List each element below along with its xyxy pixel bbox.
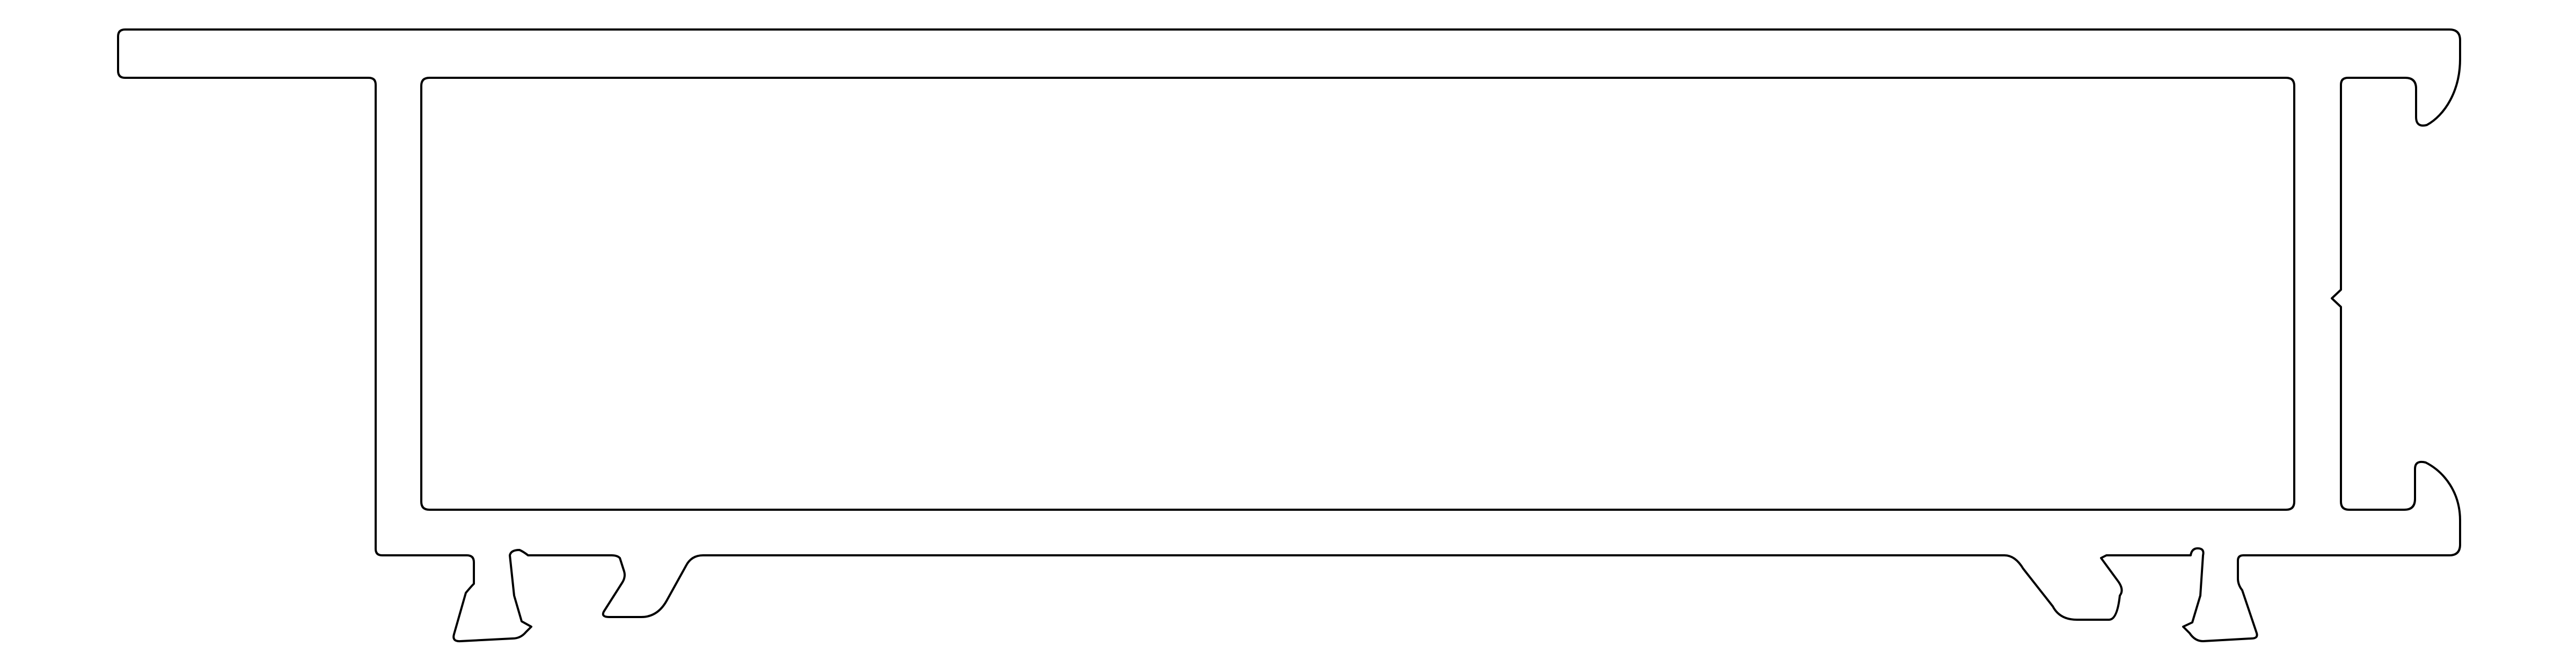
extrusion-profile-drawing (117, 28, 2461, 643)
inner-chamber-contour (420, 77, 2295, 511)
outer-profile-contour (117, 28, 2461, 643)
drawing-canvas (0, 0, 2576, 668)
